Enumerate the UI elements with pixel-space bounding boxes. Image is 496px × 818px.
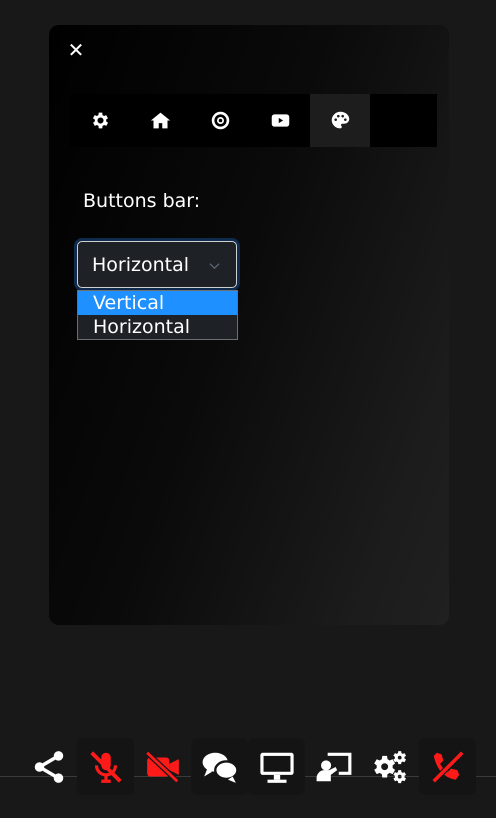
tab-home[interactable] xyxy=(130,94,190,147)
share-button[interactable] xyxy=(20,738,77,795)
chevron-down-icon xyxy=(209,263,220,270)
buttons-bar-label: Buttons bar: xyxy=(83,190,201,212)
hangup-icon xyxy=(429,748,466,785)
screen-share-button[interactable] xyxy=(248,738,305,795)
settings-tabs xyxy=(70,94,437,147)
microphone-button[interactable] xyxy=(77,738,134,795)
buttons-bar-options: Vertical Horizontal xyxy=(77,290,238,340)
chat-button[interactable] xyxy=(191,738,248,795)
settings-panel: ✕ Buttons bar: Horizontal Vertical Horiz… xyxy=(49,25,449,625)
screen-share-icon xyxy=(259,752,294,783)
chat-icon xyxy=(202,752,239,783)
home-icon xyxy=(150,112,170,129)
camera-button[interactable] xyxy=(134,738,191,795)
option-vertical[interactable]: Vertical xyxy=(78,291,237,315)
tab-general[interactable] xyxy=(70,94,130,147)
close-icon[interactable]: ✕ xyxy=(63,37,89,63)
buttons-bar-select[interactable]: Horizontal xyxy=(77,241,237,288)
tab-theme[interactable] xyxy=(310,94,370,147)
hangup-button[interactable] xyxy=(419,738,476,795)
target-icon xyxy=(211,111,229,130)
settings-button[interactable] xyxy=(362,738,419,795)
share-icon xyxy=(34,750,63,783)
option-horizontal[interactable]: Horizontal xyxy=(78,315,237,339)
presenter-button[interactable] xyxy=(305,738,362,795)
settings-icon xyxy=(373,750,406,783)
buttons-bar xyxy=(20,738,476,795)
tab-youtube[interactable] xyxy=(250,94,310,147)
camera-off-icon xyxy=(144,750,179,783)
select-value: Horizontal xyxy=(92,253,190,276)
microphone-off-icon xyxy=(89,750,122,783)
youtube-icon xyxy=(271,114,289,127)
palette-icon xyxy=(331,111,349,129)
gear-icon xyxy=(92,112,108,129)
presenter-icon xyxy=(316,752,351,781)
tab-target[interactable] xyxy=(190,94,250,147)
